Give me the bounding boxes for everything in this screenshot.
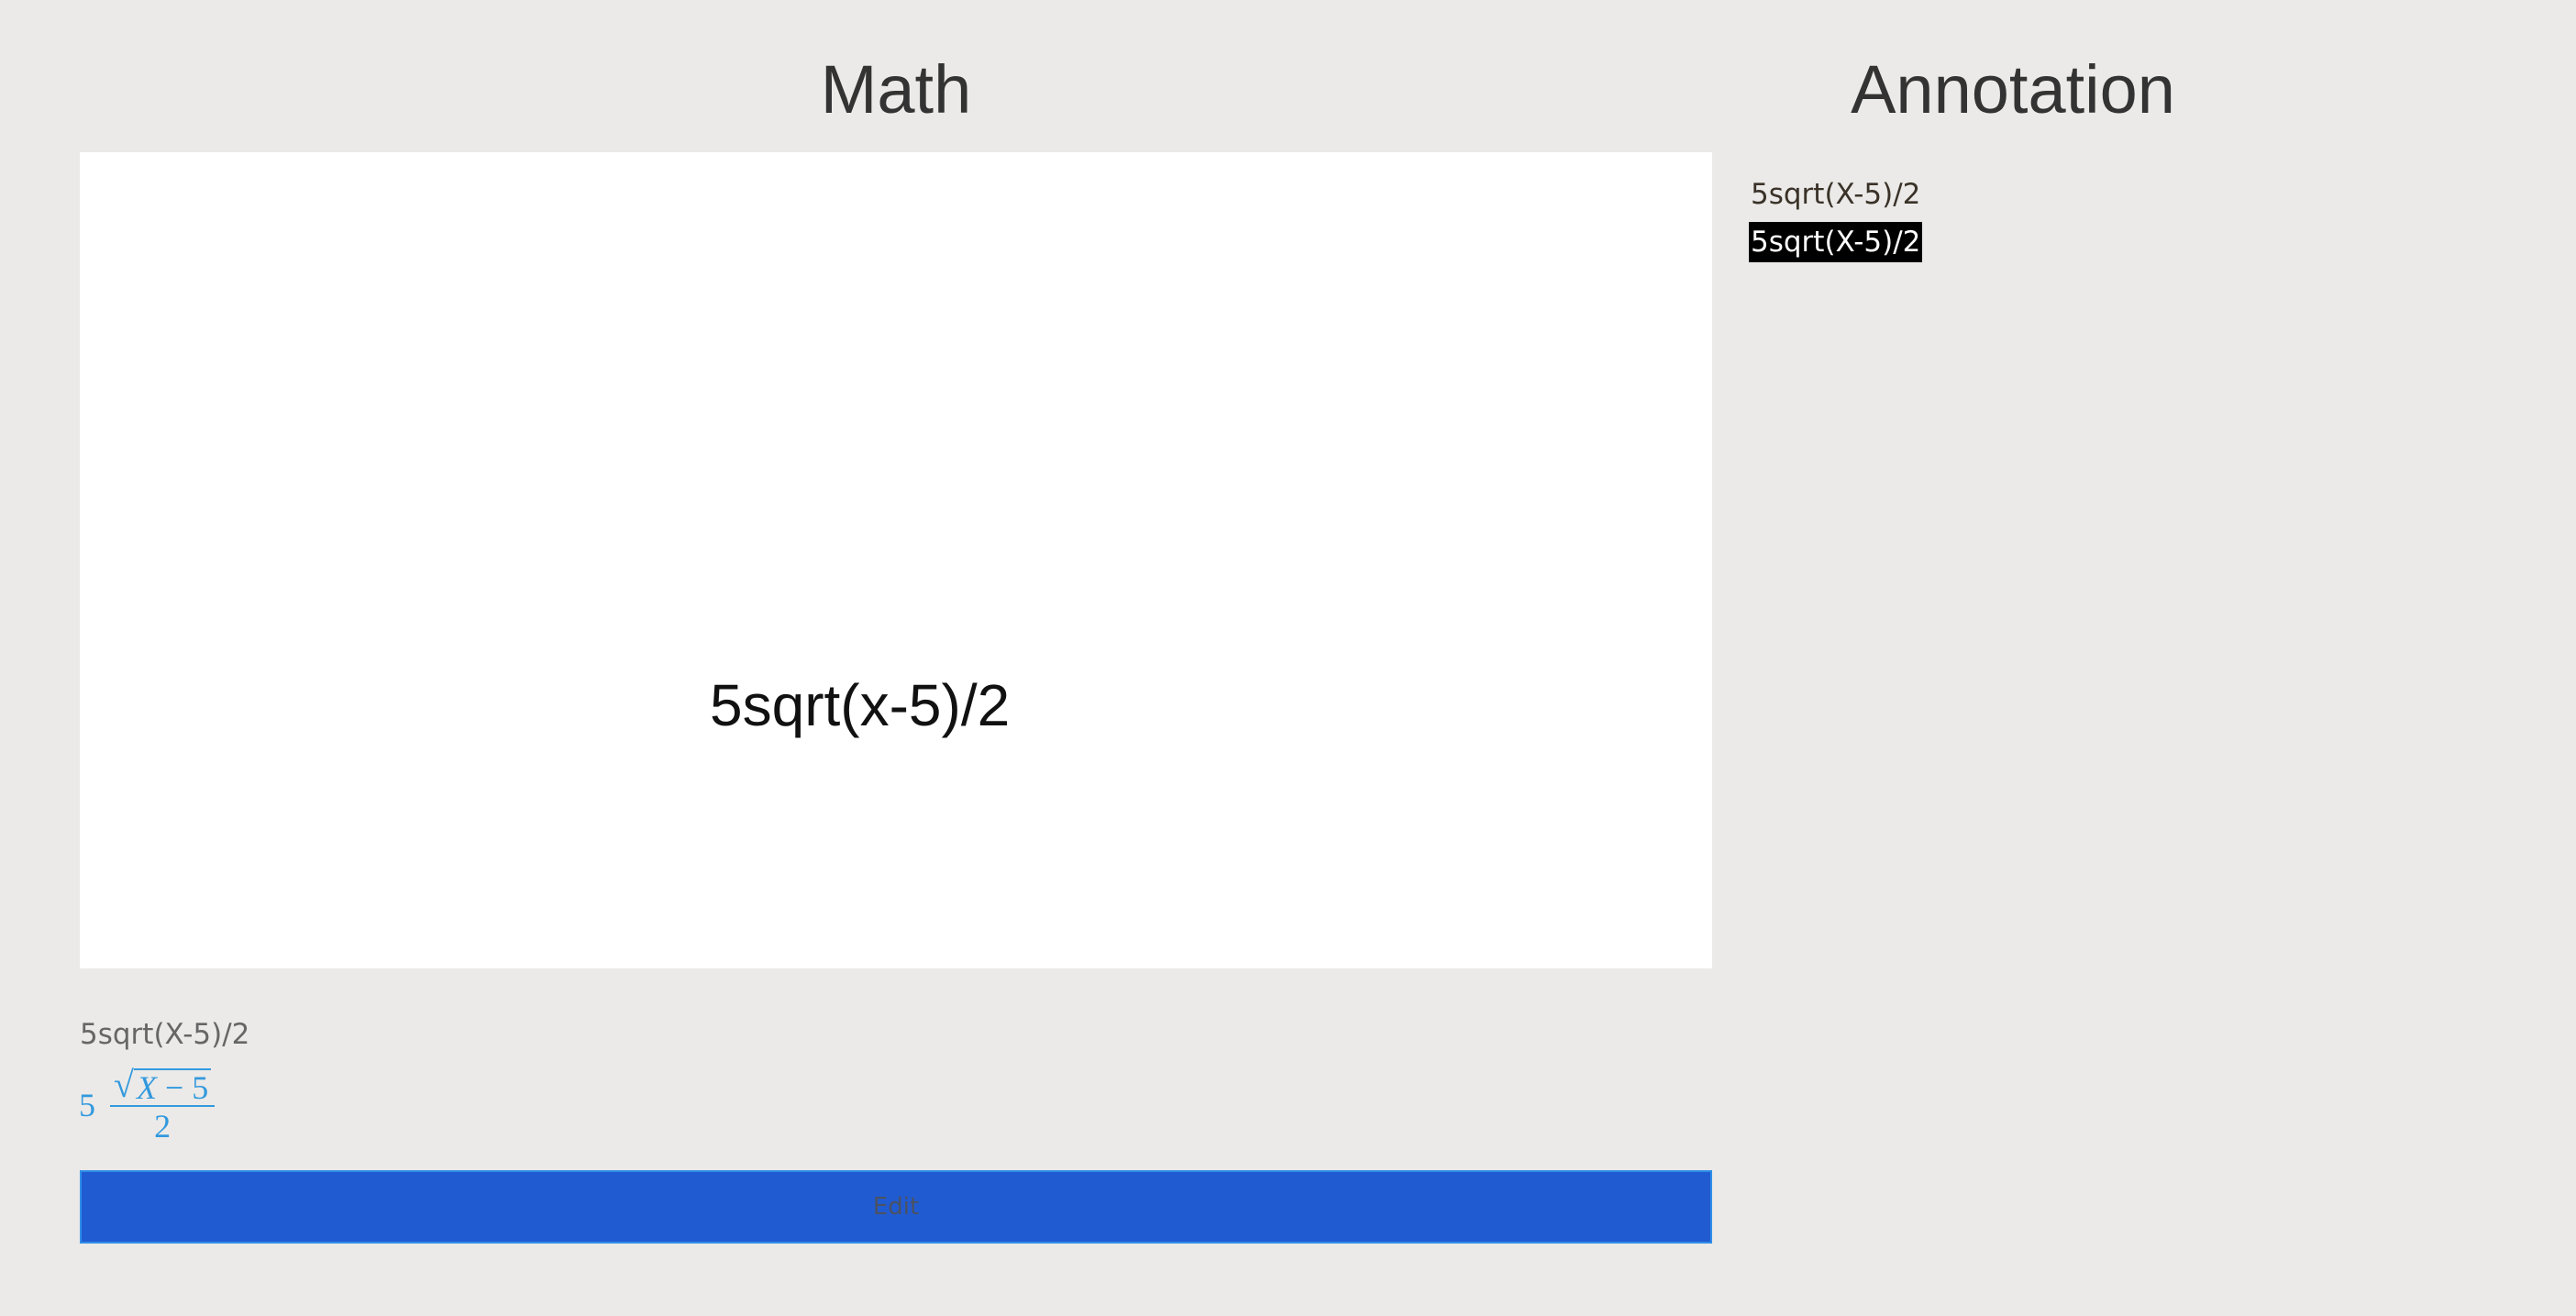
edit-button[interactable]: Edit	[80, 1170, 1712, 1244]
math-panel-title: Math	[820, 51, 972, 127]
square-root-icon: √	[114, 1064, 134, 1105]
math-coefficient: 5	[79, 1087, 95, 1123]
math-fraction: √ X − 5 2	[110, 1067, 216, 1145]
math-radicand: X − 5	[133, 1068, 212, 1106]
math-constant: 5	[192, 1069, 209, 1106]
canvas-recognized-text: 5sqrt(x-5)/2	[710, 672, 1011, 738]
math-variable: X	[136, 1069, 157, 1106]
annotation-list: 5sqrt(X-5)/2 5sqrt(X-5)/2	[1749, 174, 1923, 262]
math-operator: −	[164, 1069, 184, 1106]
math-denominator: 2	[154, 1108, 171, 1145]
handwriting-canvas[interactable]: 5sqrt(x-5)/2	[80, 152, 1712, 968]
annotation-item[interactable]: 5sqrt(X-5)/2	[1749, 174, 1922, 215]
annotation-item-selected[interactable]: 5sqrt(X-5)/2	[1749, 222, 1923, 262]
rendered-math-expression: 5 √ X − 5 2	[79, 1059, 216, 1151]
math-numerator: √ X − 5	[110, 1067, 215, 1105]
annotation-panel-title: Annotation	[1851, 51, 2175, 127]
math-source-text: 5sqrt(X-5)/2	[80, 1018, 250, 1051]
